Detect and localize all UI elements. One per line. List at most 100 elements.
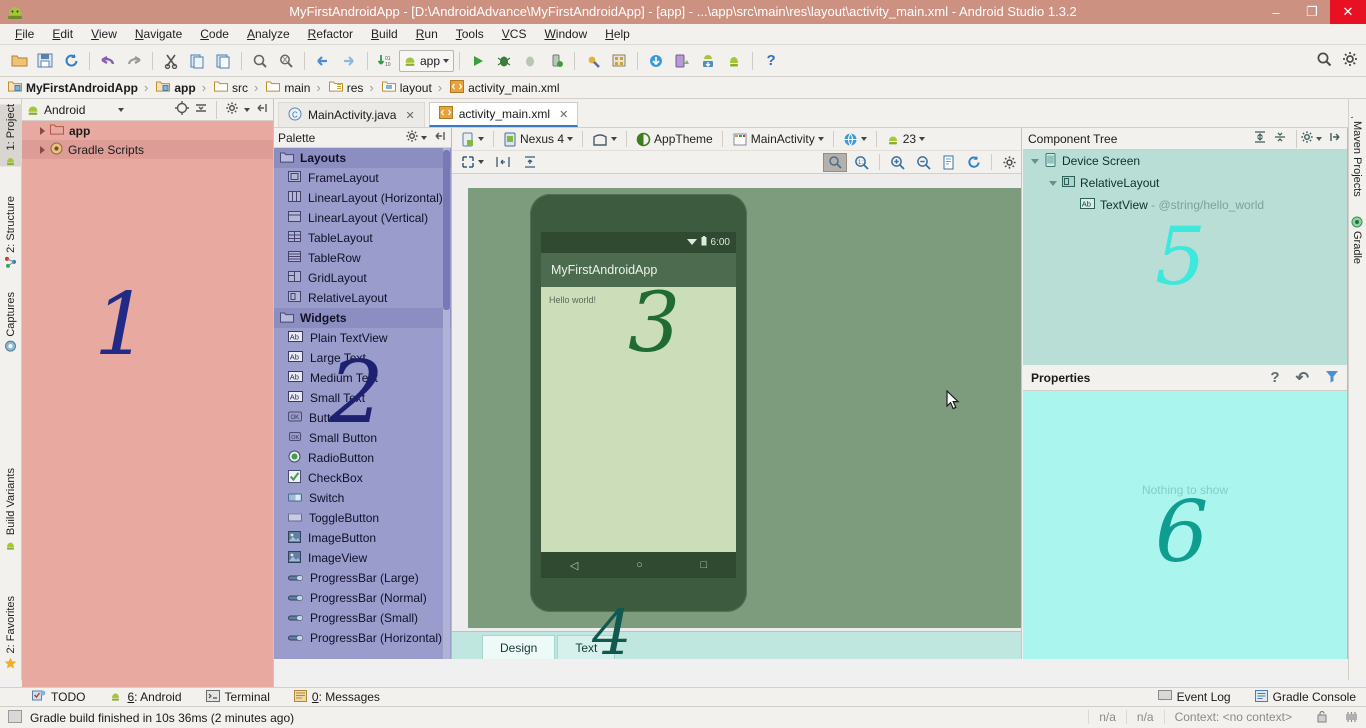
breadcrumb-item-src[interactable]: src › bbox=[214, 80, 266, 95]
preview-settings-gear-icon[interactable] bbox=[998, 153, 1021, 172]
hello-world-textview[interactable]: Hello world! bbox=[541, 287, 736, 305]
left-tool-tab-2-structure[interactable]: 2: Structure bbox=[0, 196, 22, 269]
right-tool-tab-maven-projects[interactable]: m Maven Projects bbox=[1345, 106, 1366, 197]
palette-item-plain-textview[interactable]: Ab Plain TextView bbox=[274, 328, 451, 348]
properties-help-icon[interactable]: ? bbox=[1270, 369, 1279, 386]
nav-back-icon[interactable]: ◁ bbox=[570, 559, 578, 572]
component-tree-hide-icon[interactable] bbox=[1328, 130, 1342, 147]
palette-hide-icon[interactable] bbox=[433, 129, 447, 146]
undo-icon[interactable] bbox=[95, 48, 121, 74]
paste-icon[interactable] bbox=[210, 48, 236, 74]
menu-edit[interactable]: Edit bbox=[43, 24, 82, 45]
run-configuration-selector[interactable]: app bbox=[399, 49, 455, 72]
palette-item-small-button[interactable]: OK Small Button bbox=[274, 428, 451, 448]
distribute-vertical-button[interactable] bbox=[518, 153, 542, 172]
palette-item-framelayout[interactable]: FrameLayout bbox=[274, 168, 451, 188]
theme-selector-button[interactable]: AppTheme bbox=[632, 130, 717, 149]
bottom-tool-event-log[interactable]: Event Log bbox=[1148, 689, 1241, 705]
menu-refactor[interactable]: Refactor bbox=[299, 24, 362, 45]
palette-item-tablelayout[interactable]: TableLayout bbox=[274, 228, 451, 248]
breadcrumb-item-main[interactable]: main › bbox=[266, 80, 328, 95]
editor-tab-close-icon[interactable]: ✕ bbox=[559, 108, 568, 121]
copy-icon[interactable] bbox=[184, 48, 210, 74]
editor-tab-mainactivity-java[interactable]: C MainActivity.java ✕ bbox=[278, 102, 425, 127]
palette-item-progressbar-horizontal[interactable]: ProgressBar (Horizontal) bbox=[274, 628, 451, 648]
editor-mode-tab-text[interactable]: Text bbox=[557, 635, 616, 659]
nav-home-icon[interactable]: ○ bbox=[636, 559, 643, 571]
bottom-tool-todo[interactable]: TODO bbox=[22, 689, 95, 705]
palette-item-togglebutton[interactable]: ToggleButton bbox=[274, 508, 451, 528]
fit-to-screen-button[interactable] bbox=[938, 153, 959, 172]
device-selector-button[interactable]: Nexus 4 bbox=[499, 130, 577, 149]
chevron-down-icon[interactable] bbox=[421, 135, 427, 140]
phone-content-area[interactable]: Hello world! bbox=[541, 287, 736, 552]
left-tool-tab-build-variants[interactable]: Build Variants bbox=[0, 468, 22, 551]
menu-run[interactable]: Run bbox=[407, 24, 447, 45]
menu-navigate[interactable]: Navigate bbox=[126, 24, 191, 45]
save-all-icon[interactable] bbox=[32, 48, 58, 74]
open-project-icon[interactable] bbox=[6, 48, 32, 74]
device-configuration-button[interactable] bbox=[457, 130, 488, 149]
collapse-all-icon[interactable] bbox=[194, 101, 208, 118]
component-tree-node-relativelayout[interactable]: RelativeLayout bbox=[1023, 172, 1347, 194]
collapse-all-icon[interactable] bbox=[1273, 130, 1287, 147]
debug-button[interactable] bbox=[491, 48, 517, 74]
update-project-icon[interactable] bbox=[643, 48, 669, 74]
hide-panel-icon[interactable] bbox=[255, 101, 269, 118]
minimize-button[interactable]: – bbox=[1258, 0, 1294, 24]
menu-code[interactable]: Code bbox=[191, 24, 238, 45]
menu-window[interactable]: Window bbox=[535, 24, 596, 45]
maximize-button[interactable]: ❐ bbox=[1294, 0, 1330, 24]
editor-tab-activity-main-xml[interactable]: activity_main.xml ✕ bbox=[428, 102, 579, 127]
bottom-tool-gradle-console[interactable]: Gradle Console bbox=[1245, 689, 1366, 705]
breadcrumb-item-myfirstandroidapp[interactable]: MyFirstAndroidApp › bbox=[8, 80, 156, 95]
palette-item-button[interactable]: OK Button bbox=[274, 408, 451, 428]
distribute-horizontal-button[interactable] bbox=[491, 153, 515, 172]
status-memory-icon[interactable] bbox=[1343, 710, 1366, 726]
properties-reset-icon[interactable]: ↶ bbox=[1296, 368, 1309, 388]
avd-manager-icon[interactable] bbox=[580, 48, 606, 74]
properties-filter-icon[interactable] bbox=[1325, 369, 1339, 386]
tree-expand-arrow-icon[interactable] bbox=[1031, 158, 1039, 164]
palette-item-linearlayout-vertical[interactable]: LinearLayout (Vertical) bbox=[274, 208, 451, 228]
avd-download-icon[interactable] bbox=[695, 48, 721, 74]
project-settings-gear-icon[interactable] bbox=[225, 101, 239, 118]
zoom-fit-button[interactable]: 1:1 bbox=[850, 153, 873, 172]
project-tree-item-gradle-scripts[interactable]: Gradle Scripts bbox=[22, 140, 273, 159]
breadcrumb-item-app[interactable]: app › bbox=[156, 80, 214, 95]
menu-file[interactable]: File bbox=[6, 24, 43, 45]
palette-item-imagebutton[interactable]: ImageButton bbox=[274, 528, 451, 548]
chevron-down-icon[interactable] bbox=[244, 107, 250, 112]
palette-group-layouts[interactable]: Layouts bbox=[274, 148, 451, 168]
palette-item-switch[interactable]: Switch bbox=[274, 488, 451, 508]
editor-mode-tab-design[interactable]: Design bbox=[482, 635, 556, 659]
device-monitor-icon[interactable] bbox=[669, 48, 695, 74]
palette-item-checkbox[interactable]: CheckBox bbox=[274, 468, 451, 488]
bottom-tool-terminal[interactable]: Terminal bbox=[196, 689, 280, 705]
palette-item-relativelayout[interactable]: RelativeLayout bbox=[274, 288, 451, 308]
search-everywhere-icon[interactable] bbox=[1316, 51, 1332, 70]
left-tool-tab-captures[interactable]: Captures bbox=[0, 292, 22, 353]
help-icon[interactable]: ? bbox=[758, 48, 784, 74]
palette-gear-icon[interactable] bbox=[405, 129, 419, 146]
find-usages-icon[interactable] bbox=[273, 48, 299, 74]
right-tool-tab-gradle[interactable]: Gradle bbox=[1348, 216, 1366, 264]
pan-tool-button[interactable] bbox=[823, 152, 847, 172]
chevron-down-icon[interactable] bbox=[118, 107, 125, 112]
api-level-selector-button[interactable]: 23 bbox=[882, 130, 929, 149]
project-view-selector[interactable]: Android bbox=[26, 103, 85, 117]
design-canvas[interactable]: 6:00 MyFirstAndroidApp Hello world! ◁ ○ … bbox=[452, 174, 1021, 631]
nav-recents-icon[interactable]: □ bbox=[700, 559, 707, 571]
chevron-down-icon[interactable] bbox=[1316, 136, 1322, 141]
zoom-in-button[interactable] bbox=[886, 153, 909, 172]
android-device-icon[interactable] bbox=[721, 48, 747, 74]
palette-item-imageview[interactable]: ImageView bbox=[274, 548, 451, 568]
find-icon[interactable] bbox=[247, 48, 273, 74]
tree-expand-arrow-icon[interactable] bbox=[40, 145, 45, 154]
palette-item-radiobutton[interactable]: RadioButton bbox=[274, 448, 451, 468]
zoom-out-button[interactable] bbox=[912, 153, 935, 172]
palette-item-linearlayout-horizontal[interactable]: LinearLayout (Horizontal) bbox=[274, 188, 451, 208]
run-coverage-icon[interactable] bbox=[517, 48, 543, 74]
sync-icon[interactable] bbox=[58, 48, 84, 74]
menu-analyze[interactable]: Analyze bbox=[238, 24, 299, 45]
